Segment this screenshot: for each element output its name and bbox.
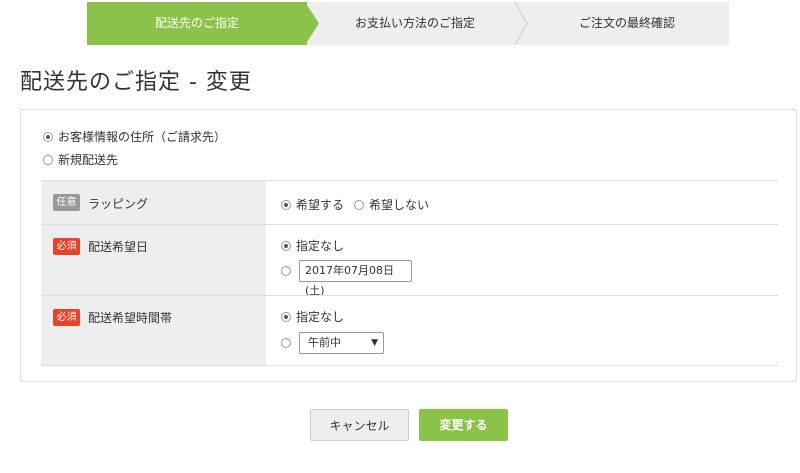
- radio-delivery-time-specify[interactable]: [281, 338, 291, 348]
- delivery-time-select-value: 午前中: [308, 336, 341, 349]
- radio-wrapping-yes[interactable]: [281, 199, 291, 210]
- wrapping-option-yes-label: 希望する: [296, 198, 345, 212]
- options-table: 任意 ラッピング 希望する 希望しない 必須 配送希望日 指定なし 2017年0…: [41, 180, 778, 366]
- radio-delivery-time-none[interactable]: [281, 311, 291, 322]
- address-option-billing[interactable]: お客様情報の住所（ご請求先）: [43, 128, 226, 145]
- page-title: 配送先のご指定 - 変更: [20, 70, 252, 95]
- row-delivery-date: 必須 配送希望日 指定なし 2017年07月08日(土): [41, 224, 778, 297]
- wrapping-option-no[interactable]: 希望しない: [354, 196, 429, 213]
- delivery-date-none-label: 指定なし: [296, 239, 345, 253]
- delivery-time-label-cell: 必須 配送希望時間帯: [41, 296, 266, 365]
- caret-down-icon: ▼: [371, 338, 378, 348]
- delivery-date-label: 配送希望日: [88, 240, 149, 254]
- optional-badge: 任意: [53, 194, 80, 211]
- address-option-new-label: 新規配送先: [58, 153, 119, 167]
- address-option-new[interactable]: 新規配送先: [43, 151, 118, 168]
- radio-new-address[interactable]: [43, 154, 53, 165]
- delivery-date-input[interactable]: 2017年07月08日(土): [299, 260, 412, 297]
- wrapping-option-yes[interactable]: 希望する: [281, 196, 344, 213]
- step-confirm: ご注文の最終確認: [578, 16, 675, 30]
- delivery-time-none-option[interactable]: 指定なし: [281, 308, 344, 325]
- row-delivery-time: 必須 配送希望時間帯 指定なし 午前中 ▼: [41, 295, 778, 366]
- step-shipping: 配送先のご指定: [154, 16, 239, 30]
- radio-delivery-date-none[interactable]: [281, 240, 291, 251]
- row-wrapping: 任意 ラッピング 希望する 希望しない: [41, 180, 778, 224]
- checkout-stepper: 配送先のご指定 お支払い方法のご指定 ご注文の最終確認: [87, 2, 729, 45]
- radio-billing-address[interactable]: [43, 131, 53, 142]
- delivery-time-label: 配送希望時間帯: [88, 311, 173, 325]
- wrapping-value-cell: 希望する 希望しない: [266, 181, 778, 224]
- delivery-date-label-cell: 必須 配送希望日: [41, 225, 266, 295]
- radio-wrapping-no[interactable]: [354, 199, 364, 210]
- submit-change-button[interactable]: 変更する: [419, 409, 508, 441]
- required-badge: 必須: [53, 309, 80, 326]
- wrapping-option-no-label: 希望しない: [369, 198, 430, 212]
- wrapping-label-cell: 任意 ラッピング: [41, 181, 266, 224]
- delivery-time-value-cell: 指定なし 午前中 ▼: [266, 296, 778, 365]
- cancel-button[interactable]: キャンセル: [310, 409, 409, 441]
- delivery-time-select[interactable]: 午前中 ▼: [299, 332, 384, 354]
- wrapping-label: ラッピング: [88, 197, 149, 211]
- step-payment: お支払い方法のご指定: [354, 16, 475, 30]
- shipping-panel: お客様情報の住所（ご請求先） 新規配送先 任意 ラッピング 希望する 希望しない: [20, 109, 797, 382]
- delivery-date-none-option[interactable]: 指定なし: [281, 237, 344, 254]
- address-option-billing-label: お客様情報の住所（ご請求先）: [58, 130, 227, 144]
- delivery-time-none-label: 指定なし: [296, 310, 345, 324]
- delivery-date-value-cell: 指定なし 2017年07月08日(土): [266, 225, 778, 297]
- radio-delivery-date-specify[interactable]: [281, 266, 291, 276]
- required-badge: 必須: [53, 238, 80, 255]
